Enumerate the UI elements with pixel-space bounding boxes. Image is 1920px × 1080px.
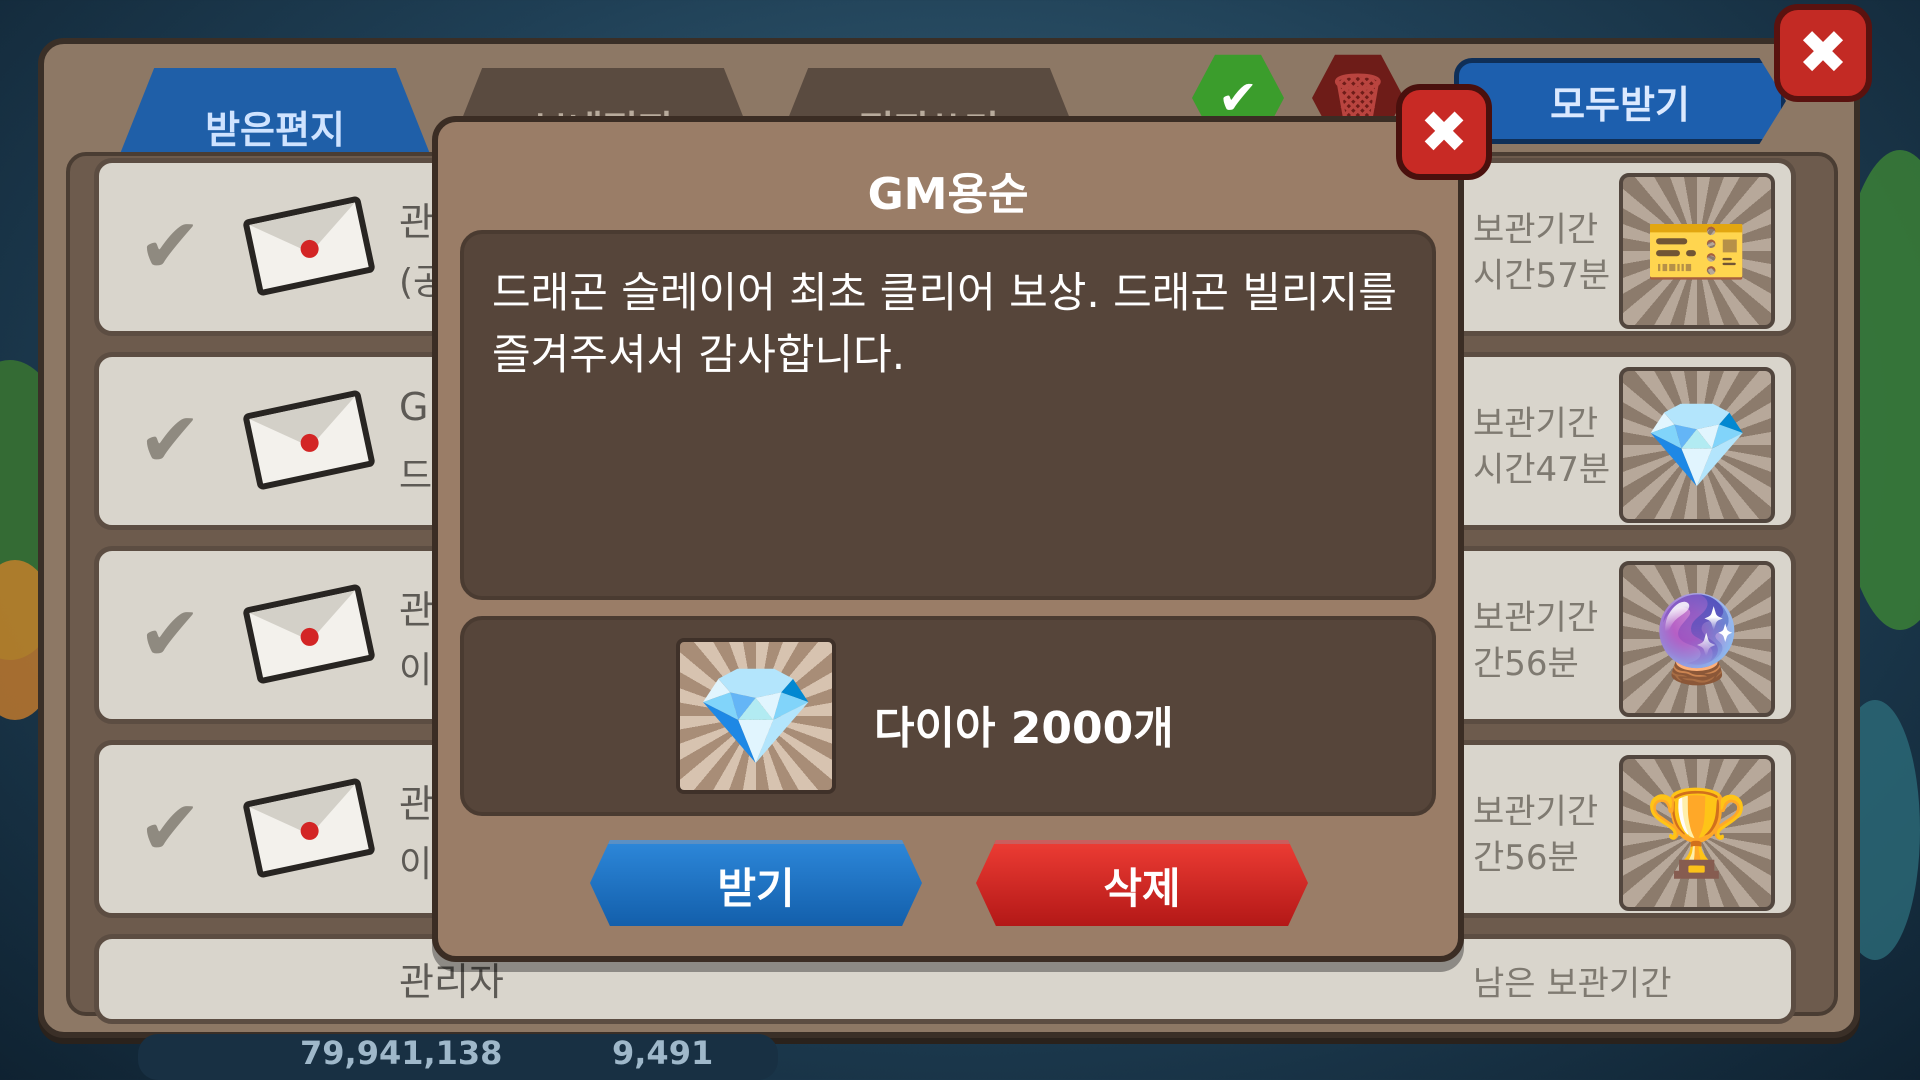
gold-amount: 79,941,138 [300,1034,503,1072]
close-icon: ✖ [1419,98,1469,166]
mail-detail-dialog: GM용순 드래곤 슬레이어 최초 클리어 보상. 드래곤 빌리지를 즐겨주셔서 … [432,84,1492,962]
trophy-rp-icon: 🏆 [1619,755,1775,911]
mailbox-close-button[interactable]: ✖ [1774,4,1872,102]
reward-box: 💎 다이아 2000개 [460,616,1436,816]
close-icon: ✖ [1797,18,1849,88]
dialog-close-button[interactable]: ✖ [1396,84,1492,180]
reward-label: 다이아 2000개 [874,703,1174,754]
mail-sender: 관 [399,782,434,826]
checkmark-icon[interactable]: ✔ [125,783,215,873]
checkmark-icon[interactable]: ✔ [125,201,215,291]
diamond-icon: 💎 [676,638,836,794]
ticket-icon: 🎫 [1619,173,1775,329]
envelope-icon [242,583,376,685]
mail-subject: 드 [399,456,433,497]
envelope-icon [242,777,376,879]
diamond-icon: 💎 [1619,367,1775,523]
checkmark-icon[interactable]: ✔ [125,395,215,485]
tab-received-mail[interactable]: 받은편지 [116,68,434,164]
mail-subject: 이 [399,844,433,885]
diamond-amount: 9,491 [612,1034,714,1072]
mail-sender: 관 [399,588,434,632]
receive-all-button[interactable]: 모두받기 [1454,58,1786,144]
mail-retention-time: 남은 보관기간 [1473,964,1672,1004]
dialog-title: GM용순 [867,169,1029,220]
receive-button[interactable]: 받기 [590,840,922,926]
envelope-icon [242,195,376,297]
delete-button[interactable]: 삭제 [976,840,1308,926]
message-box: 드래곤 슬레이어 최초 클리어 보상. 드래곤 빌리지를 즐겨주셔서 감사합니다… [460,230,1436,600]
dark-gem-icon: 🔮 [1619,561,1775,717]
mail-subject: 이 [399,650,433,691]
mail-sender: G [399,385,429,429]
envelope-icon [242,389,376,491]
mail-sender: 관 [399,200,434,244]
checkmark-icon[interactable]: ✔ [125,589,215,679]
